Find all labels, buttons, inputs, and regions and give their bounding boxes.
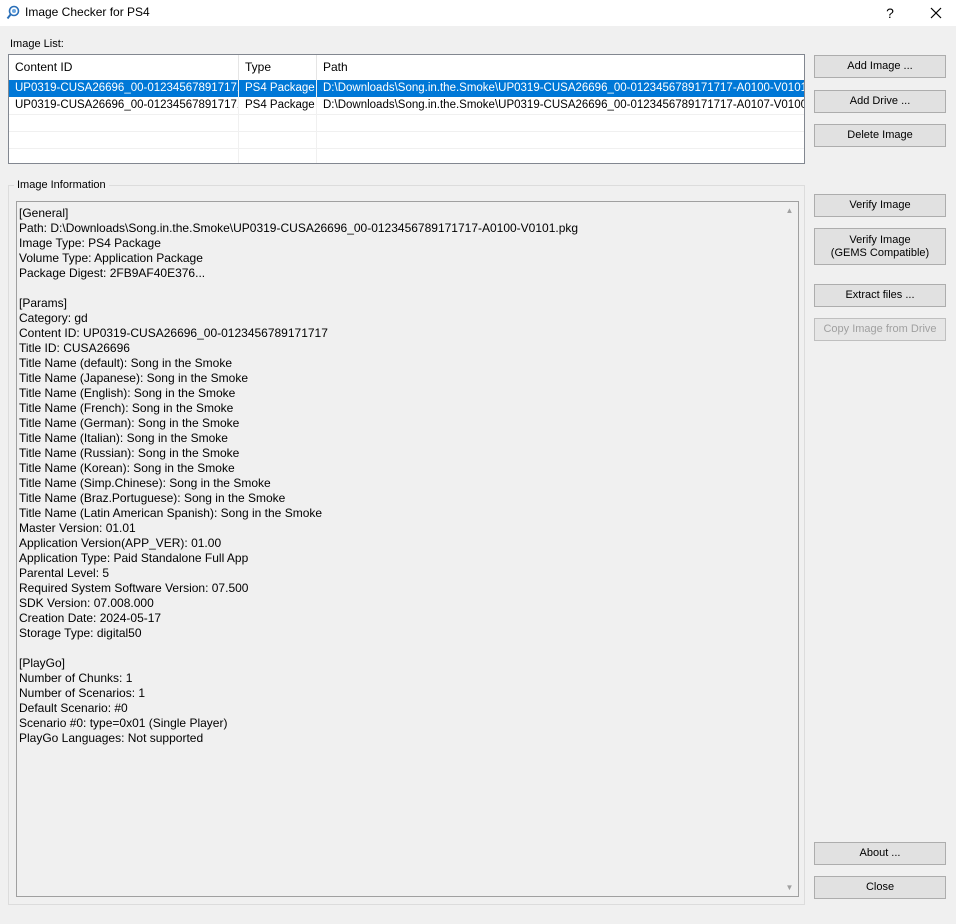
info-line: Package Digest: 2FB9AF40E376... xyxy=(19,266,206,280)
scroll-up-icon[interactable]: ▲ xyxy=(781,202,798,219)
info-line: Storage Type: digital50 xyxy=(19,626,142,640)
info-line: [Params] xyxy=(19,296,68,310)
help-button[interactable]: ? xyxy=(876,0,904,26)
info-line: Title Name (French): Song in the Smoke xyxy=(19,401,234,415)
info-line: PlayGo Languages: Not supported xyxy=(19,731,204,745)
extract-files-button[interactable]: Extract files ... xyxy=(814,284,946,307)
image-list-label: Image List: xyxy=(10,38,64,50)
scroll-down-icon[interactable]: ▼ xyxy=(781,879,798,896)
info-line: Title Name (Russian): Song in the Smoke xyxy=(19,446,240,460)
info-line: Required System Software Version: 07.500 xyxy=(19,581,249,595)
add-image-button[interactable]: Add Image ... xyxy=(814,55,946,78)
cell-content-id: UP0319-CUSA26696_00-0123456789171717 xyxy=(15,99,238,111)
info-line: Number of Scenarios: 1 xyxy=(19,686,146,700)
cell-content-id: UP0319-CUSA26696_00-0123456789171717 xyxy=(9,80,238,97)
info-line: Parental Level: 5 xyxy=(19,566,110,580)
image-information-label: Image Information xyxy=(14,179,109,191)
info-line: Title Name (Latin American Spanish): Son… xyxy=(19,506,323,520)
cell-type: PS4 Package xyxy=(245,99,315,111)
info-line: Creation Date: 2024-05-17 xyxy=(19,611,162,625)
info-line: Title ID: CUSA26696 xyxy=(19,341,130,355)
delete-image-button[interactable]: Delete Image xyxy=(814,124,946,147)
verify-image-gems-button[interactable]: Verify Image (GEMS Compatible) xyxy=(814,228,946,265)
info-line: Title Name (default): Song in the Smoke xyxy=(19,356,232,370)
info-line: Default Scenario: #0 xyxy=(19,701,128,715)
verify-image-button[interactable]: Verify Image xyxy=(814,194,946,217)
image-list-header: Content ID Type Path xyxy=(9,55,804,81)
close-button[interactable]: Close xyxy=(814,876,946,899)
info-line xyxy=(19,641,779,656)
info-line: Title Name (Japanese): Song in the Smoke xyxy=(19,371,249,385)
about-button[interactable]: About ... xyxy=(814,842,946,865)
image-information-text: [General] Path: D:\Downloads\Song.in.the.… xyxy=(19,206,779,746)
info-line xyxy=(19,281,779,296)
info-line: Scenario #0: type=0x01 (Single Player) xyxy=(19,716,228,730)
info-line: Title Name (Braz.Portuguese): Song in th… xyxy=(19,491,286,505)
info-line: Master Version: 01.01 xyxy=(19,521,136,535)
info-line: Image Type: PS4 Package xyxy=(19,236,161,250)
info-line: [PlayGo] xyxy=(19,656,66,670)
copy-image-from-drive-button[interactable]: Copy Image from Drive xyxy=(814,318,946,341)
table-row[interactable]: UP0319-CUSA26696_00-0123456789171717 PS4… xyxy=(9,97,804,114)
add-drive-button[interactable]: Add Drive ... xyxy=(814,90,946,113)
vertical-scrollbar[interactable]: ▲ ▼ xyxy=(781,202,798,896)
column-header-content-id[interactable]: Content ID xyxy=(9,55,239,80)
close-window-button[interactable] xyxy=(920,0,952,26)
info-line: Content ID: UP0319-CUSA26696_00-01234567… xyxy=(19,326,328,340)
info-line: Title Name (Italian): Song in the Smoke xyxy=(19,431,228,445)
app-magnifier-icon xyxy=(6,5,21,20)
info-line: Title Name (Korean): Song in the Smoke xyxy=(19,461,235,475)
info-line: Application Version(APP_VER): 01.00 xyxy=(19,536,222,550)
info-line: Title Name (Simp.Chinese): Song in the S… xyxy=(19,476,271,490)
info-line: Application Type: Paid Standalone Full A… xyxy=(19,551,249,565)
info-line: SDK Version: 07.008.000 xyxy=(19,596,154,610)
info-line: Volume Type: Application Package xyxy=(19,251,203,265)
column-header-path[interactable]: Path xyxy=(317,55,804,80)
info-line: Path: D:\Downloads\Song.in.the.Smoke\UP0… xyxy=(19,221,579,235)
verify-image-gems-label-line2: (GEMS Compatible) xyxy=(830,246,930,259)
cell-type: PS4 Package xyxy=(239,80,316,97)
image-information-textbox[interactable]: [General] Path: D:\Downloads\Song.in.the.… xyxy=(16,201,799,897)
info-line: Title Name (German): Song in the Smoke xyxy=(19,416,240,430)
verify-image-gems-label-line1: Verify Image xyxy=(849,233,911,246)
table-row[interactable]: UP0319-CUSA26696_00-0123456789171717 PS4… xyxy=(9,80,804,97)
info-line: Category: gd xyxy=(19,311,88,325)
image-list[interactable]: Content ID Type Path UP0319-CUSA26696_00… xyxy=(8,54,805,164)
cell-path: D:\Downloads\Song.in.the.Smoke\UP0319-CU… xyxy=(323,99,804,111)
info-line: Title Name (English): Song in the Smoke xyxy=(19,386,236,400)
cell-path: D:\Downloads\Song.in.the.Smoke\UP0319-CU… xyxy=(317,80,804,97)
info-line: [General] xyxy=(19,206,69,220)
window-title: Image Checker for PS4 xyxy=(25,5,150,19)
column-header-type[interactable]: Type xyxy=(239,55,317,80)
info-line: Number of Chunks: 1 xyxy=(19,671,133,685)
close-icon xyxy=(930,7,942,19)
